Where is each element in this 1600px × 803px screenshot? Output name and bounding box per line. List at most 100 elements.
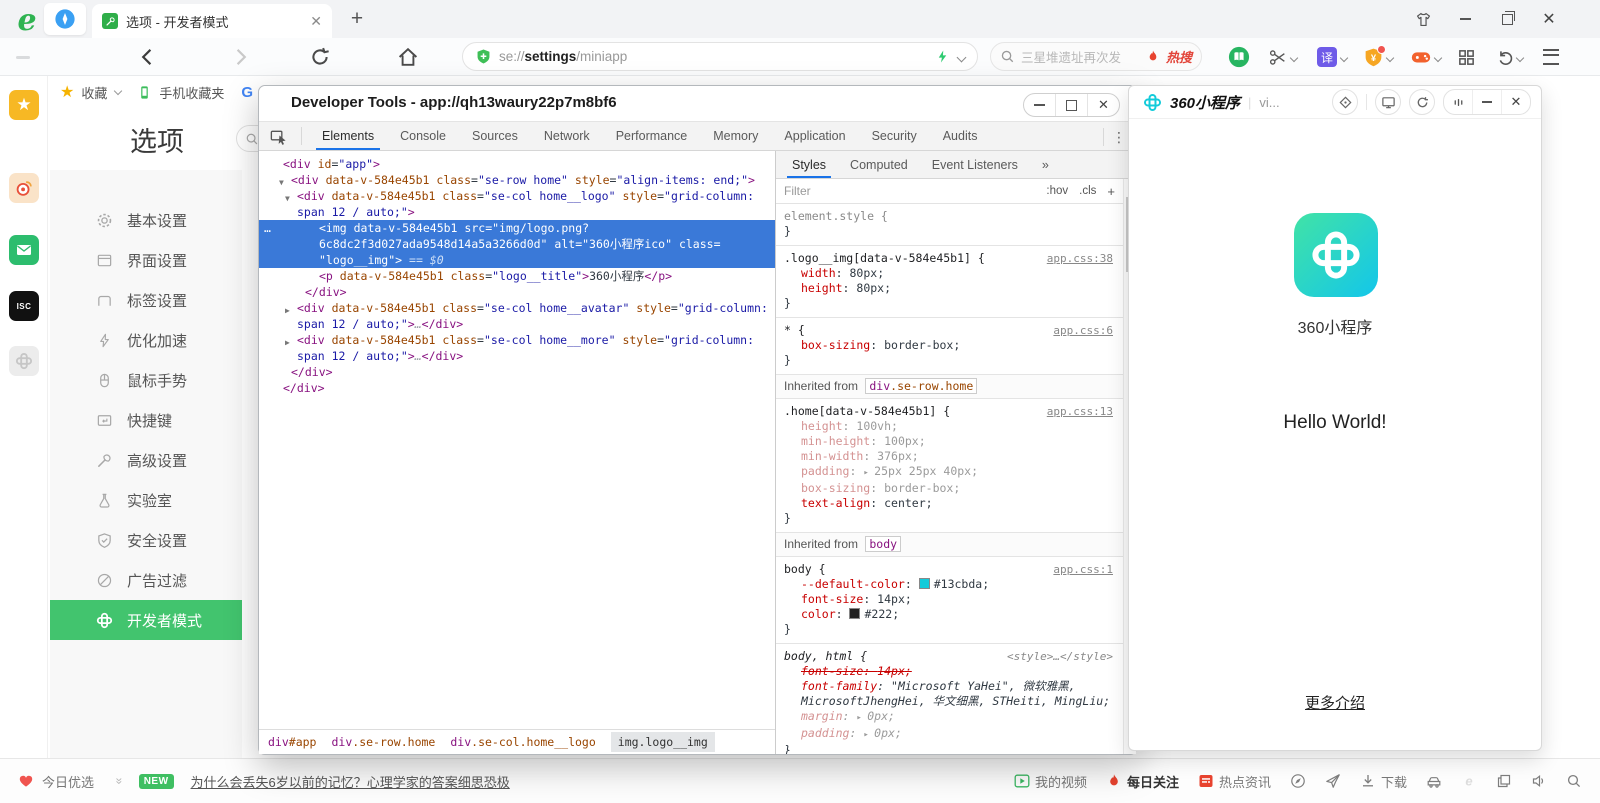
css-property[interactable]: margin: ▸ 0px; — [784, 709, 1115, 726]
devtools-titlebar[interactable]: Developer Tools - app://qh13waury22p7m8b… — [259, 86, 1136, 121]
window-restore-button[interactable] — [1496, 9, 1518, 29]
statusbar-item-stack[interactable] — [1496, 773, 1512, 789]
css-property[interactable]: font-size: 14px; — [784, 664, 1115, 679]
bolt-icon[interactable] — [935, 48, 950, 65]
inherited-selector-badge[interactable]: body — [865, 536, 901, 552]
elements-node-line[interactable]: ▶<div data-v-584e45b1 class="se-col home… — [259, 300, 775, 316]
inspect-element-icon[interactable] — [269, 127, 288, 146]
css-property[interactable]: --default-color: #13cbda; — [784, 577, 1115, 592]
home-icon[interactable] — [396, 45, 420, 69]
new-rule-button[interactable]: + — [1107, 184, 1115, 199]
favorites-dropdown-icon[interactable] — [114, 88, 122, 96]
breadcrumb-item[interactable]: div.se-col.home__logo — [450, 735, 595, 749]
phone-favorites-label[interactable]: 手机收藏夹 — [159, 83, 224, 102]
statusbar-item-news[interactable]: 热点资讯 — [1198, 772, 1271, 791]
stylesheet-link[interactable]: app.css:6 — [1053, 323, 1113, 338]
css-property[interactable]: box-sizing: border-box; — [784, 338, 1115, 353]
settings-menu-item-tab[interactable]: 标签设置 — [50, 280, 242, 320]
breadcrumb-item[interactable]: img.logo__img — [611, 732, 715, 752]
css-property[interactable]: color: #222; — [784, 607, 1115, 622]
devtools-tab-elements[interactable]: Elements — [309, 122, 387, 150]
scissors-dropdown-icon[interactable] — [1290, 54, 1298, 62]
css-property[interactable]: font-family: "Microsoft YaHei", 微软雅黑, Mi… — [784, 679, 1115, 709]
statusbar-item-play[interactable]: 我的视频 — [1014, 772, 1087, 791]
undo-dropdown-icon[interactable] — [1516, 54, 1524, 62]
miniapp-nav-button[interactable] — [1332, 89, 1358, 115]
translate-dropdown-icon[interactable] — [1340, 54, 1348, 62]
main-menu-button[interactable] — [1540, 46, 1562, 68]
class-toggle-button[interactable]: .cls — [1079, 185, 1096, 197]
css-property[interactable]: min-width: 376px; — [784, 449, 1115, 464]
statusbar-item-speaker[interactable] — [1531, 773, 1547, 789]
tab-close-icon[interactable]: ✕ — [310, 14, 322, 28]
new-tab-button[interactable]: + — [346, 8, 368, 30]
devtools-tab-network[interactable]: Network — [531, 122, 603, 150]
reader-book-button[interactable] — [1228, 46, 1250, 68]
compass-button[interactable] — [44, 3, 86, 35]
styles-tab-event-listeners[interactable]: Event Listeners — [920, 151, 1030, 178]
styles-tab--[interactable]: » — [1030, 151, 1061, 178]
style-rule[interactable]: app.css:1body {--default-color: #13cbda;… — [776, 557, 1123, 644]
settings-menu-item-mouse[interactable]: 鼠标手势 — [50, 360, 242, 400]
stylesheet-link[interactable]: app.css:13 — [1047, 404, 1113, 419]
elements-selected-node[interactable]: "logo__img"> == $0 — [259, 252, 775, 268]
undo-button[interactable] — [1494, 46, 1516, 68]
settings-menu-item-keyboard[interactable]: 快捷键 — [50, 400, 242, 440]
statusbar-item-flame[interactable]: 每日关注 — [1106, 772, 1179, 791]
skin-button[interactable] — [1412, 9, 1434, 29]
css-property[interactable]: height: 100vh; — [784, 419, 1115, 434]
miniapp-clover-icon[interactable] — [9, 346, 39, 376]
statusbar-item-download[interactable]: 下载 — [1360, 772, 1407, 791]
devtools-minimize-button[interactable] — [1024, 94, 1055, 116]
elements-node-line[interactable]: ▼<div data-v-584e45b1 class="se-col home… — [259, 188, 775, 204]
shield-dropdown-icon[interactable] — [1386, 54, 1394, 62]
css-property[interactable]: min-height: 100px; — [784, 434, 1115, 449]
css-property[interactable]: text-align: center; — [784, 496, 1115, 511]
elements-node-line[interactable]: <div id="app"> — [259, 156, 775, 172]
elements-node-line[interactable]: span 12 / auto;"> — [259, 204, 775, 220]
translate-button[interactable]: 译 — [1316, 46, 1338, 68]
back-icon[interactable] — [136, 45, 160, 69]
google-bookmark-icon[interactable]: G — [241, 84, 253, 101]
miniapp-refresh-button[interactable] — [1409, 89, 1435, 115]
refresh-icon[interactable] — [308, 45, 332, 69]
css-property[interactable]: width: 80px; — [784, 266, 1115, 281]
filter-input[interactable]: Filter — [784, 184, 811, 198]
devtools-maximize-button[interactable] — [1055, 94, 1087, 116]
forward-icon[interactable] — [228, 45, 252, 69]
isc-app-icon[interactable]: ISC — [9, 291, 39, 321]
devtools-more-icon[interactable]: ⋮ — [1111, 129, 1127, 145]
settings-menu-item-wrench[interactable]: 高级设置 — [50, 440, 242, 480]
breadcrumb-item[interactable]: div.se-row.home — [331, 735, 435, 749]
settings-menu-item-gear[interactable]: 基本设置 — [50, 200, 242, 240]
pseudo-state-button[interactable]: :hov — [1046, 185, 1068, 197]
window-minimize-button[interactable] — [1454, 9, 1476, 29]
daily-picks-label[interactable]: 今日优选 — [42, 772, 94, 791]
address-dropdown-icon[interactable] — [957, 52, 967, 62]
elements-node-line[interactable]: </div> — [259, 380, 775, 396]
style-rule[interactable]: app.css:38.logo__img[data-v-584e45b1] {w… — [776, 246, 1123, 318]
settings-menu-item-bolt[interactable]: 优化加速 — [50, 320, 242, 360]
stylesheet-link[interactable]: app.css:38 — [1047, 251, 1113, 266]
inherited-selector-badge[interactable]: div.se-row.home — [865, 378, 977, 394]
games-dropdown-icon[interactable] — [1434, 54, 1442, 62]
miniapp-more-link[interactable]: 更多介绍 — [1129, 692, 1541, 713]
miniapp-header[interactable]: 360小程序 | vi... ✕ — [1129, 86, 1541, 119]
elements-selected-node[interactable]: …<img data-v-584e45b1 src="img/logo.png? — [259, 220, 775, 236]
css-property[interactable]: padding: ▸ 0px; — [784, 726, 1115, 743]
mail-app-icon[interactable] — [9, 235, 39, 265]
color-swatch[interactable] — [849, 608, 860, 619]
settings-menu-item-shield[interactable]: 安全设置 — [50, 520, 242, 560]
miniapp-more-icon[interactable] — [1444, 90, 1472, 114]
stylesheet-link[interactable]: app.css:1 — [1053, 562, 1113, 577]
styles-tab-computed[interactable]: Computed — [838, 151, 920, 178]
elements-selected-node[interactable]: 6c8dc2f3d027ada9548d14a5a3266d0d" alt="3… — [259, 236, 775, 252]
elements-tree[interactable]: <div id="app"> ▼<div data-v-584e45b1 clas… — [259, 151, 775, 730]
css-property[interactable]: box-sizing: border-box; — [784, 481, 1115, 496]
style-rule[interactable]: app.css:13.home[data-v-584e45b1] {height… — [776, 399, 1123, 533]
elements-node-line[interactable]: span 12 / auto;">…</div> — [259, 316, 775, 332]
devtools-tab-audits[interactable]: Audits — [930, 122, 991, 150]
miniapp-minimize-button[interactable] — [1472, 90, 1501, 114]
weibo-app-icon[interactable] — [9, 173, 39, 203]
games-button[interactable] — [1410, 46, 1432, 68]
